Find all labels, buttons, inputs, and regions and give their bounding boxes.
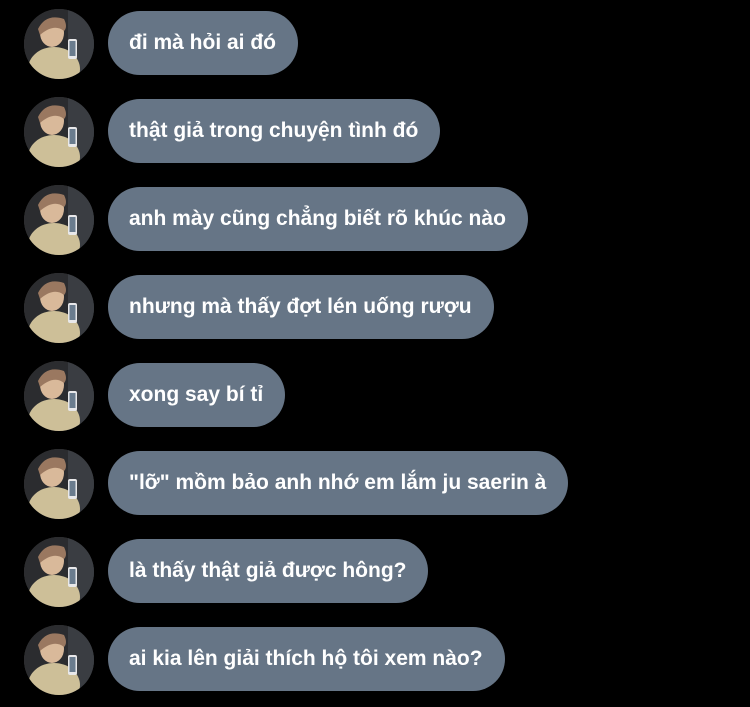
avatar[interactable] bbox=[24, 185, 94, 255]
message-row: thật giả trong chuyện tình đó bbox=[0, 97, 750, 167]
message-bubble[interactable]: là thấy thật giả được hông? bbox=[108, 539, 429, 603]
message-bubble[interactable]: "lỡ" mồm bảo anh nhớ em lắm ju saerin à bbox=[108, 451, 569, 515]
message-bubble[interactable]: thật giả trong chuyện tình đó bbox=[108, 99, 441, 163]
message-bubble[interactable]: ai kia lên giải thích hộ tôi xem nào? bbox=[108, 627, 505, 691]
avatar[interactable] bbox=[24, 361, 94, 431]
avatar-photo-icon bbox=[24, 9, 94, 79]
message-row: "lỡ" mồm bảo anh nhớ em lắm ju saerin à bbox=[0, 449, 750, 519]
avatar[interactable] bbox=[24, 97, 94, 167]
message-row: nhưng mà thấy đợt lén uống rượu bbox=[0, 273, 750, 343]
message-bubble[interactable]: nhưng mà thấy đợt lén uống rượu bbox=[108, 275, 494, 339]
avatar[interactable] bbox=[24, 9, 94, 79]
avatar[interactable] bbox=[24, 449, 94, 519]
avatar-photo-icon bbox=[24, 273, 94, 343]
avatar-photo-icon bbox=[24, 537, 94, 607]
message-bubble[interactable]: đi mà hỏi ai đó bbox=[108, 11, 299, 75]
message-row: đi mà hỏi ai đó bbox=[0, 9, 750, 79]
message-row: là thấy thật giả được hông? bbox=[0, 537, 750, 607]
avatar[interactable] bbox=[24, 273, 94, 343]
message-bubble[interactable]: anh mày cũng chẳng biết rõ khúc nào bbox=[108, 187, 528, 251]
message-bubble[interactable]: xong say bí tỉ bbox=[108, 363, 286, 427]
message-row: ai kia lên giải thích hộ tôi xem nào? bbox=[0, 625, 750, 695]
avatar-photo-icon bbox=[24, 97, 94, 167]
avatar-photo-icon bbox=[24, 185, 94, 255]
message-row: xong say bí tỉ bbox=[0, 361, 750, 431]
avatar-photo-icon bbox=[24, 449, 94, 519]
message-thread: đi mà hỏi ai đó thật giả trong chuyện tì… bbox=[0, 0, 750, 707]
avatar[interactable] bbox=[24, 537, 94, 607]
message-row: anh mày cũng chẳng biết rõ khúc nào bbox=[0, 185, 750, 255]
avatar-photo-icon bbox=[24, 625, 94, 695]
avatar[interactable] bbox=[24, 625, 94, 695]
avatar-photo-icon bbox=[24, 361, 94, 431]
